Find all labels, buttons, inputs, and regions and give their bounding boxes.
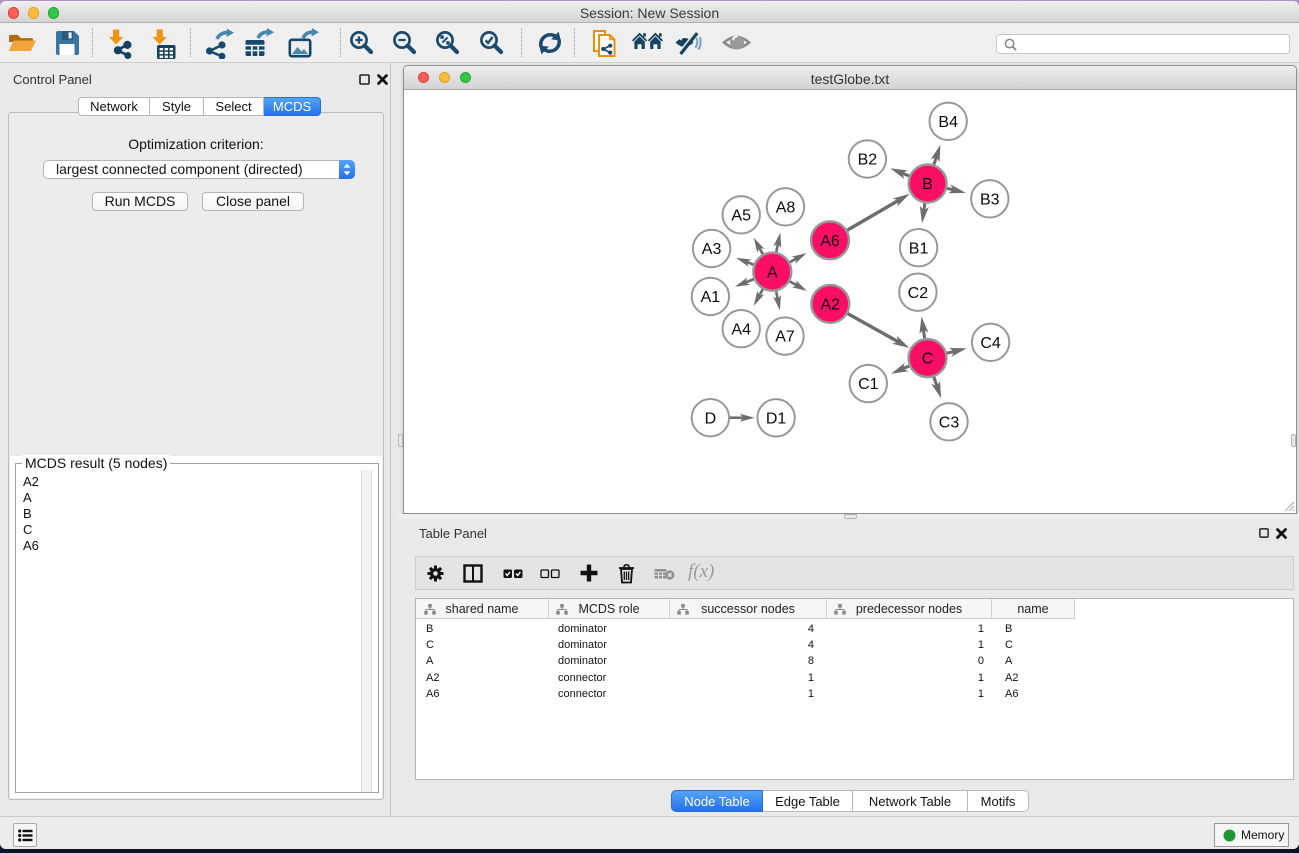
svg-text:A2: A2 [821, 297, 841, 314]
svg-text:A: A [767, 264, 778, 281]
svg-text:C4: C4 [980, 335, 1001, 352]
svg-text:B3: B3 [980, 191, 1000, 208]
svg-text:C: C [922, 351, 934, 368]
svg-text:A8: A8 [776, 199, 796, 216]
svg-text:D1: D1 [766, 410, 787, 427]
svg-text:B: B [922, 176, 933, 193]
svg-text:B2: B2 [858, 152, 878, 169]
svg-text:A4: A4 [731, 321, 751, 338]
svg-text:A5: A5 [731, 207, 751, 224]
svg-text:C1: C1 [858, 376, 879, 393]
svg-text:A3: A3 [702, 241, 722, 258]
svg-text:A6: A6 [820, 233, 840, 250]
svg-text:A7: A7 [775, 329, 795, 346]
svg-text:B4: B4 [938, 114, 958, 131]
svg-text:C2: C2 [908, 285, 929, 302]
svg-text:A1: A1 [701, 289, 721, 306]
svg-text:D: D [705, 410, 717, 427]
svg-text:B1: B1 [909, 240, 929, 257]
svg-text:C3: C3 [939, 414, 960, 431]
